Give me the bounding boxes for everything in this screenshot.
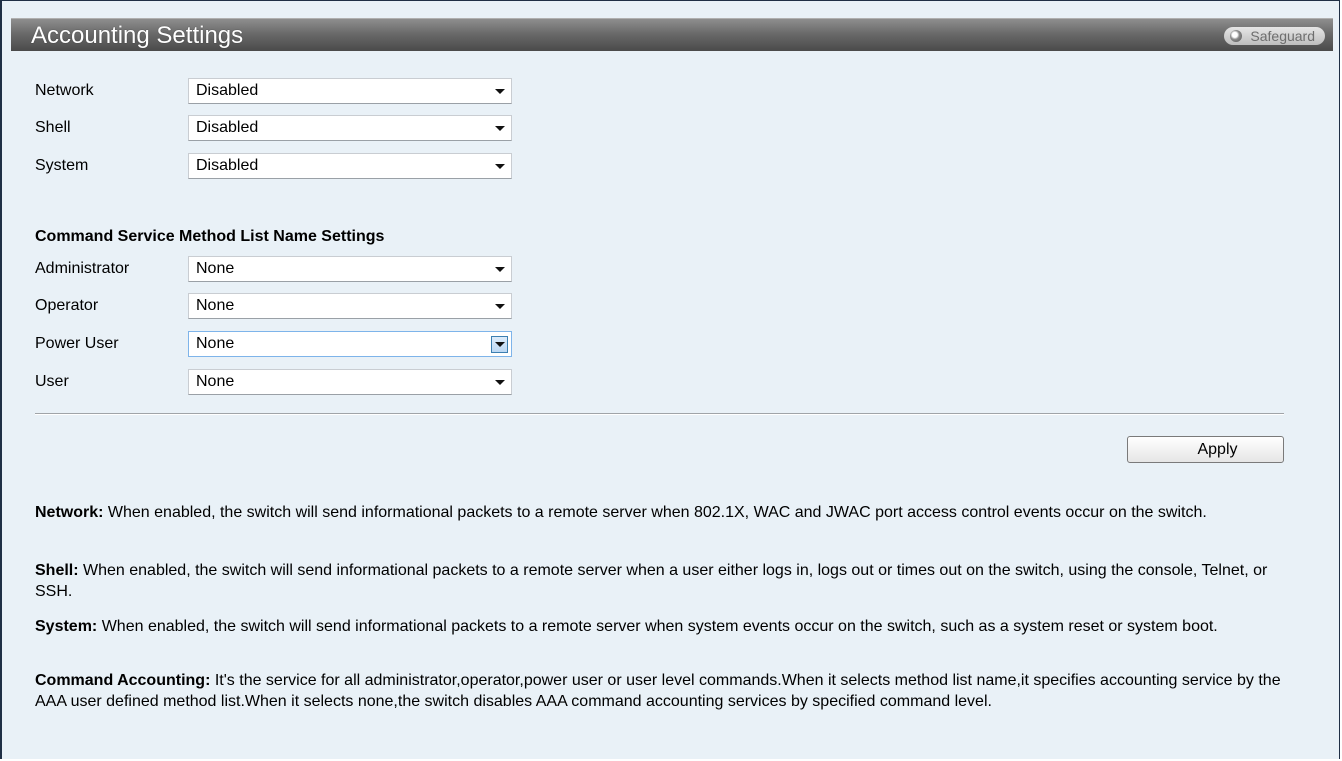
help-system-text: When enabled, the switch will send infor… [97, 618, 1218, 635]
help-network-text: When enabled, the switch will send infor… [103, 504, 1207, 521]
safeguard-label: Safeguard [1250, 28, 1315, 44]
shell-select[interactable]: Disabled [188, 115, 512, 141]
safeguard-icon [1230, 30, 1243, 42]
administrator-select[interactable]: None [188, 256, 512, 282]
operator-select-value: None [196, 297, 235, 314]
power-user-select-value: None [196, 335, 235, 352]
page-title: Accounting Settings [31, 22, 244, 49]
shell-select-value: Disabled [196, 119, 259, 136]
content-frame: Accounting Settings Safeguard Network Di… [0, 0, 1340, 759]
help-shell: Shell: When enabled, the switch will sen… [35, 560, 1295, 602]
system-label: System [35, 157, 89, 174]
chevron-down-icon[interactable] [491, 120, 508, 137]
chevron-down-icon[interactable] [491, 298, 508, 315]
help-command-accounting-term: Command Accounting: [35, 672, 211, 689]
title-bar: Accounting Settings Safeguard [11, 18, 1333, 51]
help-system-term: System: [35, 618, 98, 635]
power-user-label: Power User [35, 335, 119, 352]
user-select[interactable]: None [188, 369, 512, 395]
administrator-label: Administrator [35, 260, 130, 277]
help-network-term: Network: [35, 504, 104, 521]
system-select-value: Disabled [196, 157, 259, 174]
network-select[interactable]: Disabled [188, 78, 512, 104]
safeguard-indicator[interactable]: Safeguard [1224, 27, 1325, 45]
user-select-value: None [196, 373, 235, 390]
help-command-accounting: Command Accounting: It's the service for… [35, 670, 1295, 712]
help-command-accounting-text: It's the service for all administrator,o… [35, 672, 1281, 710]
divider [35, 413, 1284, 415]
chevron-down-icon[interactable] [491, 261, 508, 278]
help-system: System: When enabled, the switch will se… [35, 616, 1295, 637]
user-label: User [35, 373, 69, 390]
system-select[interactable]: Disabled [188, 153, 512, 179]
help-network: Network: When enabled, the switch will s… [35, 502, 1295, 523]
administrator-select-value: None [196, 260, 235, 277]
network-label: Network [35, 82, 94, 99]
help-shell-text: When enabled, the switch will send infor… [35, 562, 1268, 600]
operator-label: Operator [35, 297, 99, 314]
help-shell-term: Shell: [35, 562, 79, 579]
chevron-down-icon[interactable] [491, 336, 508, 353]
network-select-value: Disabled [196, 82, 259, 99]
chevron-down-icon[interactable] [491, 83, 508, 100]
operator-select[interactable]: None [188, 293, 512, 319]
apply-button[interactable]: Apply [1127, 436, 1284, 463]
chevron-down-icon[interactable] [491, 374, 508, 391]
chevron-down-icon[interactable] [491, 158, 508, 175]
power-user-select[interactable]: None [188, 331, 512, 357]
shell-label: Shell [35, 119, 71, 136]
command-section-heading: Command Service Method List Name Setting… [35, 228, 385, 245]
